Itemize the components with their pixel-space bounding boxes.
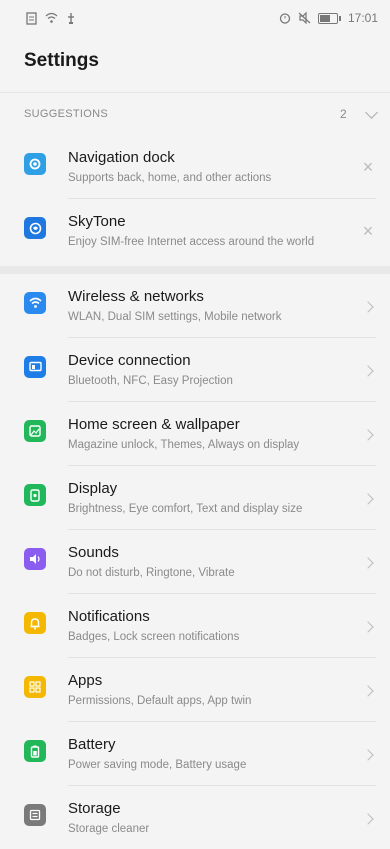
settings-item-title: Apps [68,672,103,689]
status-bar: 17:01 [0,0,390,36]
settings-item-wireless-networks[interactable]: Wireless & networks WLAN, Dual SIM setti… [0,274,390,338]
settings-item-title: Sounds [68,544,119,561]
sound-icon [24,548,46,570]
settings-item-title: Home screen & wallpaper [68,416,240,433]
settings-item-notifications[interactable]: Notifications Badges, Lock screen notifi… [0,594,390,658]
storage-icon [24,804,46,826]
chevron-right-icon [362,364,374,377]
document-icon [24,11,38,25]
skytone-icon [24,217,46,239]
wifi-icon [24,292,46,314]
chevron-right-icon [362,492,374,505]
page-title: Settings [0,36,390,93]
chevron-right-icon [362,620,374,633]
apps-icon [24,676,46,698]
suggestion-subtitle: Enjoy SIM-free Internet access around th… [68,236,315,248]
close-icon[interactable]: × [360,221,376,242]
settings-item-home-screen-wallpaper[interactable]: Home screen & wallpaper Magazine unlock,… [0,402,390,466]
settings-item-device-connection[interactable]: Device connection Bluetooth, NFC, Easy P… [0,338,390,402]
bell-icon [24,612,46,634]
settings-item-subtitle: Do not disturb, Ringtone, Vibrate [68,567,235,579]
chevron-right-icon [362,812,374,825]
suggestion-item-navigation-dock[interactable]: Navigation dock Supports back, home, and… [0,135,390,199]
settings-item-title: Device connection [68,352,191,369]
navigation-dock-icon [24,153,46,175]
chevron-right-icon [362,748,374,761]
settings-item-title: Wireless & networks [68,288,204,305]
chevron-right-icon [362,556,374,569]
settings-item-subtitle: Brightness, Eye comfort, Text and displa… [68,503,303,515]
settings-item-subtitle: Bluetooth, NFC, Easy Projection [68,375,233,387]
status-time: 17:01 [347,11,378,25]
chevron-right-icon [362,428,374,441]
section-divider [0,266,390,274]
display-icon [24,484,46,506]
usb-icon [64,11,78,25]
settings-item-title: Notifications [68,608,150,625]
chevron-down-icon[interactable] [365,105,378,119]
settings-list: Wireless & networks WLAN, Dual SIM setti… [0,274,390,849]
settings-item-battery[interactable]: Battery Power saving mode, Battery usage [0,722,390,786]
suggestions-count: 2 [340,107,347,121]
alarm-icon [278,11,292,25]
suggestion-item-skytone[interactable]: SkyTone Enjoy SIM-free Internet access a… [0,199,390,262]
suggestion-title: SkyTone [68,213,126,230]
chevron-right-icon [362,684,374,697]
suggestions-header[interactable]: SUGGESTIONS 2 [0,93,390,135]
suggestions-label: SUGGESTIONS [24,108,108,120]
suggestion-subtitle: Supports back, home, and other actions [68,172,272,184]
settings-item-title: Battery [68,736,116,753]
settings-item-display[interactable]: Display Brightness, Eye comfort, Text an… [0,466,390,530]
settings-item-apps[interactable]: Apps Permissions, Default apps, App twin [0,658,390,722]
settings-item-subtitle: Power saving mode, Battery usage [68,759,247,771]
settings-item-subtitle: Magazine unlock, Themes, Always on displ… [68,439,300,451]
settings-item-title: Storage [68,800,121,817]
status-right-icons: 17:01 [278,11,378,25]
battery-status-icon [317,12,341,24]
status-left-icons [24,11,78,25]
battery-icon [24,740,46,762]
settings-item-storage[interactable]: Storage Storage cleaner [0,786,390,849]
mute-icon [298,11,312,25]
settings-item-subtitle: Permissions, Default apps, App twin [68,695,252,707]
suggestion-title: Navigation dock [68,149,175,166]
settings-item-subtitle: Badges, Lock screen notifications [68,631,240,643]
settings-item-title: Display [68,480,118,497]
close-icon[interactable]: × [360,157,376,178]
suggestions-list: Navigation dock Supports back, home, and… [0,135,390,262]
chevron-right-icon [362,300,374,313]
settings-item-subtitle: Storage cleaner [68,823,150,835]
wifi-status-icon [44,11,58,25]
settings-item-subtitle: WLAN, Dual SIM settings, Mobile network [68,311,282,323]
settings-item-sounds[interactable]: Sounds Do not disturb, Ringtone, Vibrate [0,530,390,594]
device-connection-icon [24,356,46,378]
wallpaper-icon [24,420,46,442]
